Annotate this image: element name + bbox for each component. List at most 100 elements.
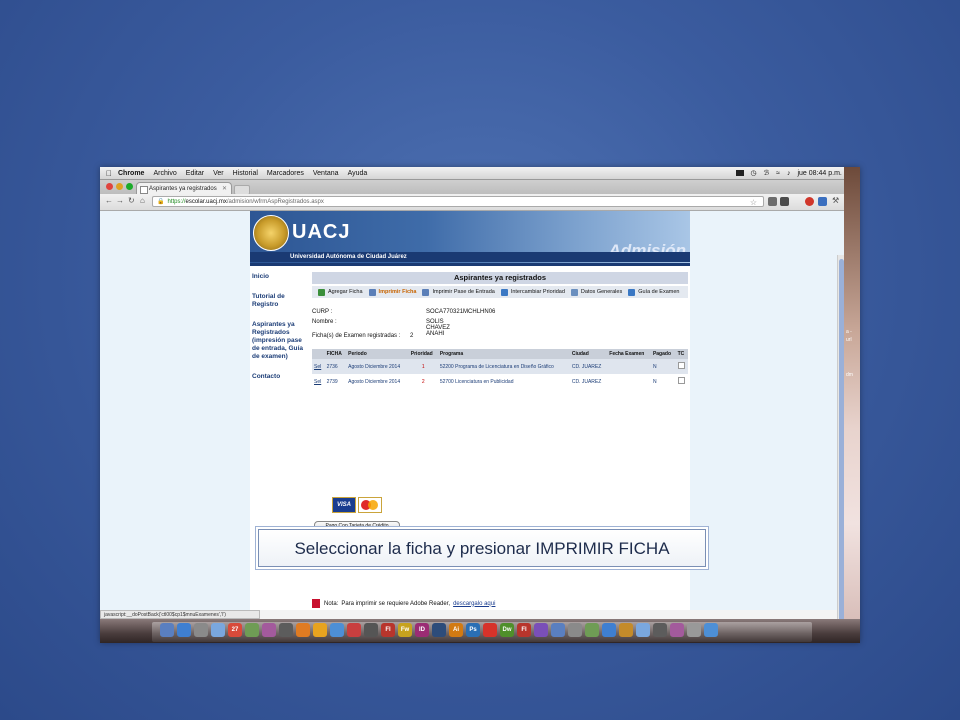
printer-icon	[422, 288, 430, 296]
adblock-icon[interactable]	[805, 197, 814, 206]
dock-app-icon[interactable]	[296, 623, 310, 637]
home-icon[interactable]: ⌂	[140, 196, 145, 205]
nombre-label: Nombre :	[312, 319, 337, 325]
dock-app-icon[interactable]	[534, 623, 548, 637]
tc-checkbox[interactable]	[677, 377, 685, 384]
dock-app-icon[interactable]: Ai	[449, 623, 463, 637]
menubar-clock[interactable]: jue 08:44 p.m.	[797, 170, 841, 177]
site-banner: UACJ Admisión Universidad Autónoma de Ci…	[250, 211, 690, 263]
dock-app-icon[interactable]: Fl	[381, 623, 395, 637]
dock-app-icon[interactable]: 27	[228, 623, 242, 637]
nav-aspirantes-registrados[interactable]: Aspirantes ya Registrados (impresión pas…	[252, 321, 310, 361]
dock-app-icon[interactable]	[313, 623, 327, 637]
pagado-cell: N	[652, 378, 657, 385]
menu-ventana[interactable]: Ventana	[313, 170, 339, 177]
nombre-row: Nombre : SOLIS CHAVEZ ANAHI	[312, 319, 450, 337]
select-ficha-link[interactable]: Sel	[312, 374, 325, 389]
forward-arrow-icon[interactable]: →	[116, 196, 124, 205]
menu-editar[interactable]: Editar	[186, 170, 204, 177]
agregar-ficha-button[interactable]: Agregar Ficha	[318, 288, 363, 296]
uacj-logo-text[interactable]: UACJ	[292, 221, 350, 244]
zoom-window-icon[interactable]	[126, 183, 133, 190]
extension-icon[interactable]	[818, 197, 827, 206]
menu-marcadores[interactable]: Marcadores	[267, 170, 304, 177]
battery-icon[interactable]	[735, 170, 744, 176]
mastercard-yellow-circle	[368, 500, 378, 510]
nav-contacto[interactable]: Contacto	[252, 373, 310, 381]
dock-app-icon[interactable]	[483, 623, 497, 637]
menu-ayuda[interactable]: Ayuda	[348, 170, 368, 177]
dock-app-icon[interactable]	[602, 623, 616, 637]
dock-app-icon[interactable]	[262, 623, 276, 637]
back-arrow-icon[interactable]: ←	[105, 196, 113, 205]
dock-app-icon[interactable]	[364, 623, 378, 637]
imprimir-ficha-button[interactable]: Imprimir Ficha	[368, 288, 416, 296]
bookmark-star-icon[interactable]: ☆	[750, 197, 757, 208]
datos-generales-button[interactable]: Datos Generales	[570, 288, 622, 296]
guia-examen-button[interactable]: Guía de Examen	[628, 288, 679, 296]
dock-app-icon[interactable]	[653, 623, 667, 637]
dock-app-icon[interactable]: Ps	[466, 623, 480, 637]
university-seal-logo[interactable]	[253, 215, 289, 251]
dock-app-icon[interactable]	[636, 623, 650, 637]
dock-app-icon[interactable]	[177, 623, 191, 637]
dock-app-icon[interactable]	[245, 623, 259, 637]
dock-app-icon[interactable]	[211, 623, 225, 637]
close-window-icon[interactable]	[106, 183, 113, 190]
menubar-status-area: ◷ ℬ ≈ ♪ jue 08:44 p.m. ⚲	[735, 169, 860, 177]
reload-icon[interactable]: ↻	[128, 196, 135, 205]
dock-app-icon[interactable]	[704, 623, 718, 637]
banner-divider	[250, 263, 690, 266]
wrench-menu-icon[interactable]: ⚒	[832, 196, 839, 205]
fichas-value: 2	[410, 333, 414, 339]
dock-app-icon[interactable]	[551, 623, 565, 637]
col-header	[312, 349, 325, 359]
dock-app-icon[interactable]: Dw	[500, 623, 514, 637]
volume-icon[interactable]: ♪	[787, 170, 791, 177]
adobe-note: Nota: Para imprimir se requiere Adobe Re…	[312, 599, 495, 608]
side-text: a -	[846, 329, 852, 335]
wifi-icon[interactable]: ≈	[776, 170, 780, 177]
tab-title: Aspirantes ya registrados	[149, 186, 217, 192]
address-bar[interactable]: 🔒 https://escolar.uacj.mx/admision/wfrmAs…	[152, 196, 764, 207]
browser-tab[interactable]: Aspirantes ya registrados ✕	[136, 182, 232, 194]
col-header-fecha-examen: Fecha Examen	[607, 349, 651, 359]
instruction-caption: Seleccionar la ficha y presionar IMPRIMI…	[258, 529, 706, 567]
descargar-adobe-link[interactable]: descargalo aqui	[453, 601, 495, 607]
dock-app-icon[interactable]	[194, 623, 208, 637]
menu-historial[interactable]: Historial	[233, 170, 258, 177]
dock-app-icon[interactable]	[687, 623, 701, 637]
bluetooth-icon[interactable]: ℬ	[764, 169, 770, 177]
imprimir-pase-button[interactable]: Imprimir Pase de Entrada	[422, 288, 495, 296]
document-icon	[570, 288, 578, 296]
apple-icon[interactable]: 	[100, 169, 118, 178]
nav-tutorial-registro[interactable]: Tutorial de Registro	[252, 293, 310, 309]
minimize-window-icon[interactable]	[116, 183, 123, 190]
browser-status-bar: javascript:__doPostBack('ctl00$cp1$mnuEx…	[100, 610, 260, 619]
menu-app-name[interactable]: Chrome	[118, 170, 144, 177]
dock-app-icon[interactable]: Fw	[398, 623, 412, 637]
table-row: Sel 2739 Agosto Diciembre 2014 2 52700 L…	[312, 374, 688, 389]
intercambiar-prioridad-button[interactable]: Intercambiar Prioridad	[500, 288, 565, 296]
curp-row: CURP : SOCA770321MCHLHN06	[312, 309, 495, 315]
extension-icon[interactable]	[780, 197, 789, 206]
dock-app-icon[interactable]	[347, 623, 361, 637]
dock-app-icon[interactable]	[568, 623, 582, 637]
time-machine-icon[interactable]: ◷	[751, 169, 757, 177]
dock-app-icon[interactable]	[160, 623, 174, 637]
dock-app-icon[interactable]	[279, 623, 293, 637]
dock-app-icon[interactable]	[432, 623, 446, 637]
menu-archivo[interactable]: Archivo	[153, 170, 176, 177]
extension-icon[interactable]	[768, 197, 777, 206]
tc-checkbox[interactable]	[677, 362, 685, 369]
dock-app-icon[interactable]: ID	[415, 623, 429, 637]
dock-app-icon[interactable]	[619, 623, 633, 637]
nav-inicio[interactable]: Inicio	[252, 273, 310, 281]
visa-logo: VISA	[332, 497, 356, 513]
dock-app-icon[interactable]	[670, 623, 684, 637]
dock-app-icon[interactable]: Fl	[517, 623, 531, 637]
select-ficha-link[interactable]: Sel	[312, 359, 325, 374]
menu-ver[interactable]: Ver	[213, 170, 224, 177]
dock-app-icon[interactable]	[330, 623, 344, 637]
dock-app-icon[interactable]	[585, 623, 599, 637]
